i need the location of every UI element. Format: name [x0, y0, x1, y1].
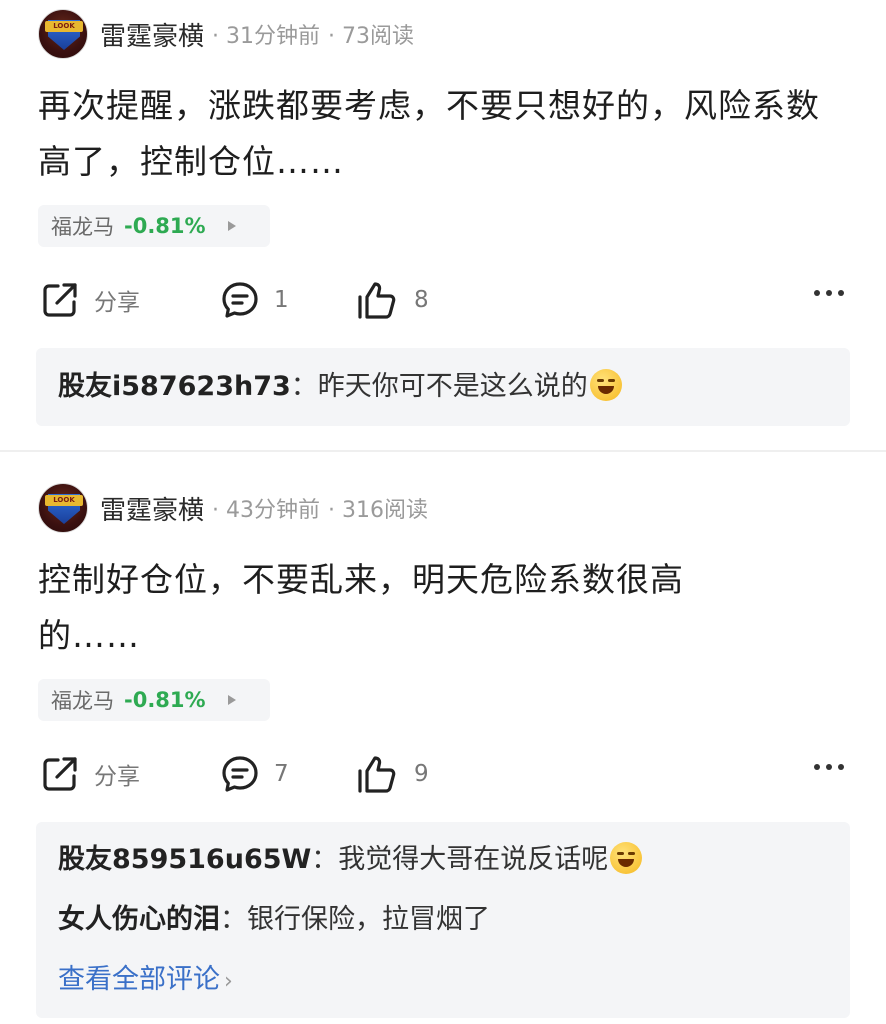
stock-name: 福龙马	[51, 215, 114, 239]
comment-count: 7	[274, 761, 289, 787]
avatar-badge: LOOK	[45, 495, 83, 506]
like-icon	[358, 756, 396, 793]
view-all-label: 查看全部评论	[58, 964, 220, 995]
like-count: 9	[414, 761, 429, 787]
grin-emoji-icon	[610, 842, 643, 874]
post-divider	[0, 450, 886, 452]
avatar-badge: LOOK	[45, 21, 83, 32]
comment-user[interactable]: 股友859516u65W	[58, 844, 311, 875]
post-time: · 43分钟前	[212, 498, 320, 523]
avatar[interactable]: LOOK	[38, 483, 88, 533]
stock-change: -0.81%	[124, 214, 206, 238]
comment-count: 1	[274, 287, 289, 313]
comment-icon	[222, 756, 258, 792]
comment-icon	[222, 282, 258, 318]
chip-arrow-icon	[227, 695, 236, 705]
share-icon	[43, 283, 77, 317]
comment-item[interactable]: 女人伤心的泪：银行保险，拉冒烟了	[58, 890, 828, 950]
comment-text: 银行保险，拉冒烟了	[247, 904, 490, 935]
more-button[interactable]	[814, 290, 844, 296]
comments-box[interactable]: 股友i587623h73：昨天你可不是这么说的	[36, 348, 850, 426]
post-reads: · 73阅读	[328, 24, 414, 49]
author-name[interactable]: 雷霆豪横	[100, 16, 204, 53]
comment-item[interactable]: 股友i587623h73：昨天你可不是这么说的	[58, 348, 828, 426]
stock-change: -0.81%	[124, 688, 206, 712]
more-icon	[814, 764, 820, 770]
like-button[interactable]: 9	[356, 746, 429, 802]
comment-user[interactable]: 股友i587623h73	[58, 371, 291, 402]
post-reads: · 316阅读	[328, 498, 428, 523]
share-label: 分享	[94, 290, 140, 316]
comment-item[interactable]: 股友859516u65W：我觉得大哥在说反话呢	[58, 830, 828, 890]
share-label: 分享	[94, 764, 140, 790]
comment-separator: ：	[220, 904, 247, 935]
post-time: · 31分钟前	[212, 24, 320, 49]
comment-user[interactable]: 女人伤心的泪	[58, 904, 220, 935]
comment-separator: ：	[290, 371, 318, 402]
like-icon	[358, 282, 396, 319]
comments-box[interactable]: 股友859516u65W：我觉得大哥在说反话呢 女人伤心的泪：银行保险，拉冒烟了…	[36, 822, 850, 1018]
post-header: LOOK 雷霆豪横 · 43分钟前 · 316阅读	[38, 482, 428, 534]
more-icon	[814, 290, 820, 296]
comment-button[interactable]: 1	[220, 272, 289, 328]
author-name[interactable]: 雷霆豪横	[100, 490, 204, 527]
chevron-right-icon: ›	[224, 969, 233, 994]
like-button[interactable]: 8	[356, 272, 429, 328]
share-icon	[43, 757, 77, 791]
stock-chip[interactable]: 福龙马 -0.81%	[38, 205, 270, 247]
share-button[interactable]: 分享	[40, 272, 140, 328]
chip-arrow-icon	[227, 221, 236, 231]
action-bar: 分享 1 8	[0, 272, 886, 328]
stock-chip[interactable]: 福龙马 -0.81%	[38, 679, 270, 721]
comment-button[interactable]: 7	[220, 746, 289, 802]
stock-name: 福龙马	[51, 689, 114, 713]
like-count: 8	[414, 287, 429, 313]
action-bar: 分享 7 9	[0, 746, 886, 802]
more-button[interactable]	[814, 764, 844, 770]
crying-laugh-emoji-icon	[589, 369, 622, 401]
post-content[interactable]: 再次提醒，涨跌都要考虑，不要只想好的，风险系数高了，控制仓位……	[38, 78, 853, 190]
comment-text: 我觉得大哥在说反话呢	[338, 844, 609, 875]
comment-separator: ：	[311, 844, 339, 875]
share-button[interactable]: 分享	[40, 746, 140, 802]
view-all-comments-link[interactable]: 查看全部评论 ›	[58, 950, 828, 1012]
avatar[interactable]: LOOK	[38, 9, 88, 59]
post-header: LOOK 雷霆豪横 · 31分钟前 · 73阅读	[38, 8, 414, 60]
comment-text: 昨天你可不是这么说的	[317, 371, 588, 402]
post-content[interactable]: 控制好仓位，不要乱来，明天危险系数很高的……	[38, 552, 778, 664]
